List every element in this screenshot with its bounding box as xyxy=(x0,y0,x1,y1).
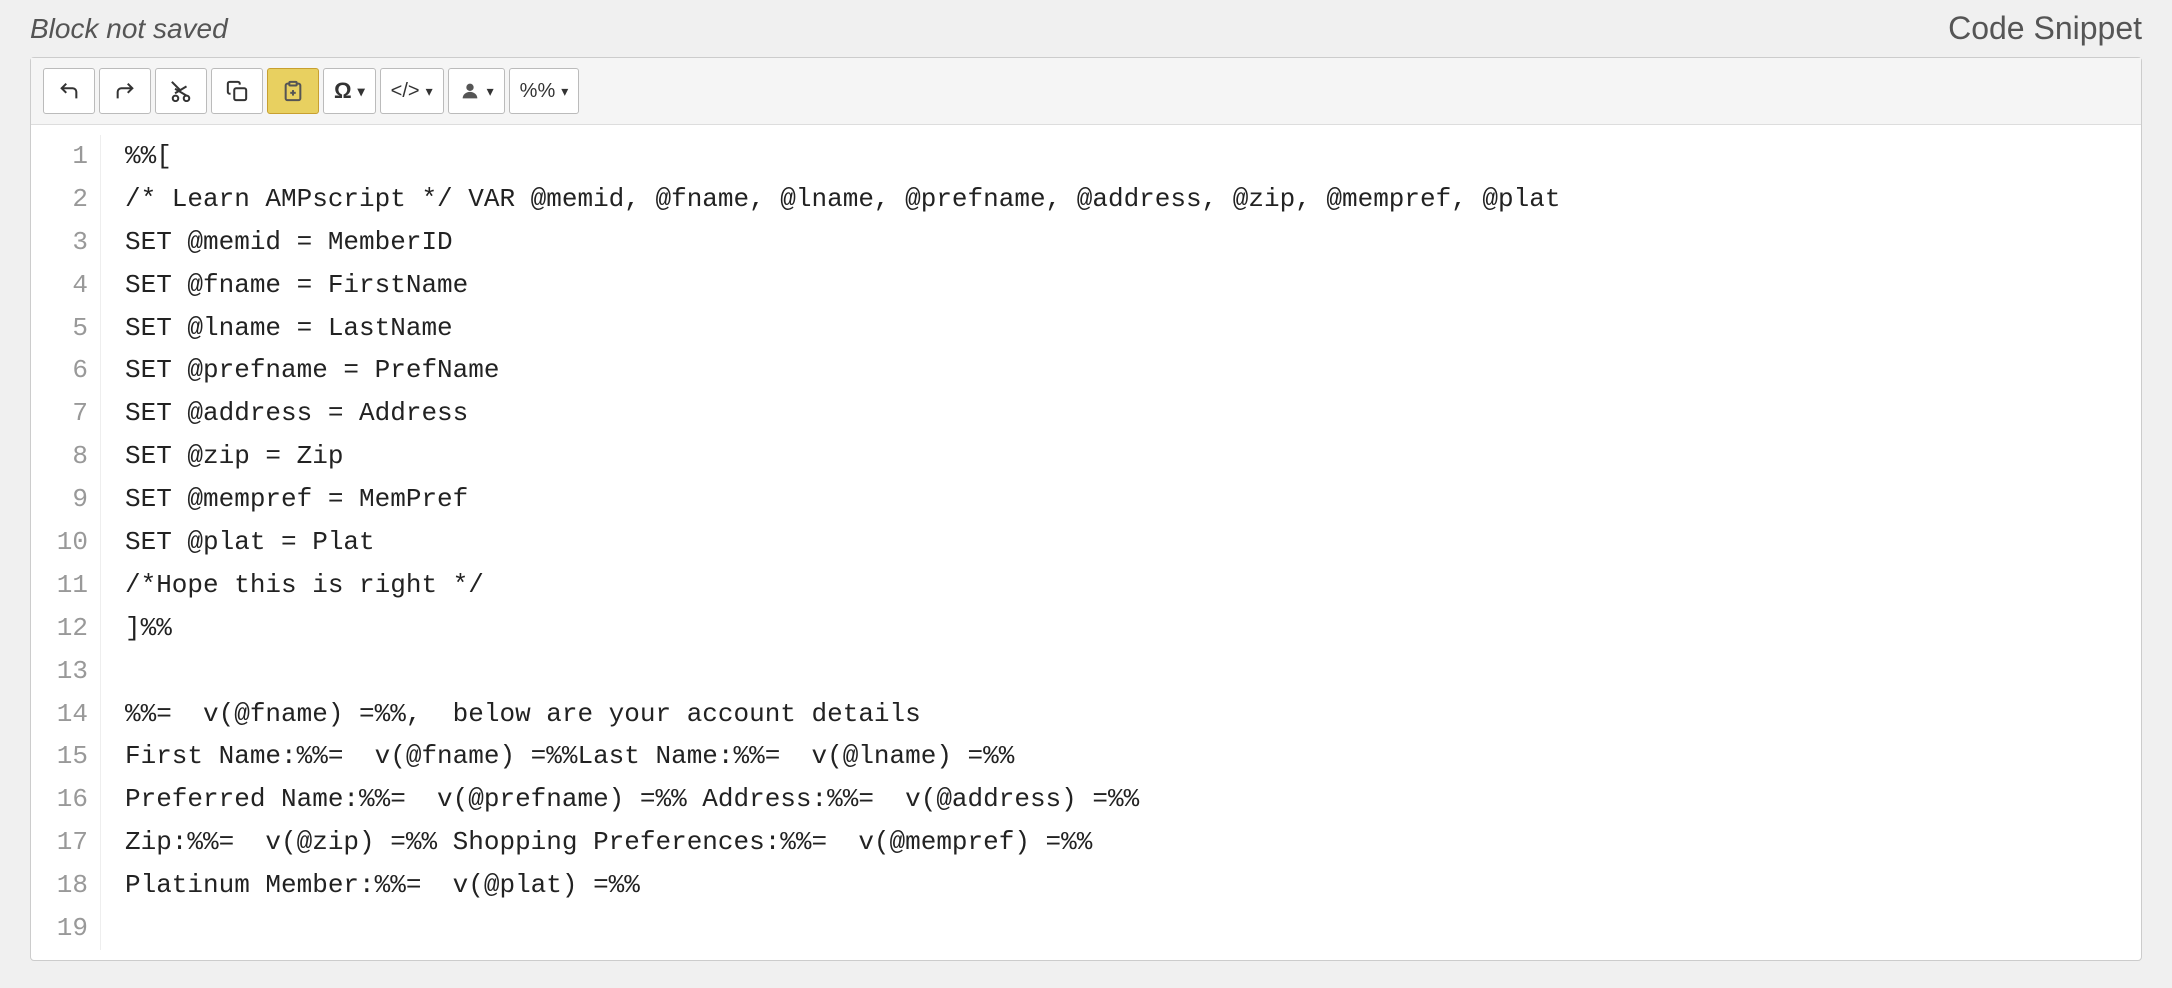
code-tag-button[interactable]: </>▾ xyxy=(380,68,444,114)
line-number: 14 xyxy=(43,693,88,736)
code-line: Preferred Name:%%= v(@prefname) =%% Addr… xyxy=(125,778,2117,821)
copy-icon xyxy=(226,80,248,102)
line-number: 4 xyxy=(43,264,88,307)
line-number: 13 xyxy=(43,650,88,693)
omega-button[interactable]: Ω▾ xyxy=(323,68,376,114)
code-line: ]%% xyxy=(125,607,2117,650)
code-line: /*Hope this is right */ xyxy=(125,564,2117,607)
percent-button[interactable]: %%▾ xyxy=(509,68,580,114)
code-line: SET @prefname = PrefName xyxy=(125,349,2117,392)
block-status: Block not saved xyxy=(30,13,228,45)
person-chevron: ▾ xyxy=(487,83,494,100)
code-line: SET @mempref = MemPref xyxy=(125,478,2117,521)
percent-chevron: ▾ xyxy=(561,83,568,100)
paste-special-icon xyxy=(282,80,304,102)
code-line: %%= v(@fname) =%%, below are your accoun… xyxy=(125,693,2117,736)
cut-button[interactable] xyxy=(155,68,207,114)
code-line: SET @lname = LastName xyxy=(125,307,2117,350)
person-icon xyxy=(459,80,481,102)
line-number: 3 xyxy=(43,221,88,264)
code-line: SET @address = Address xyxy=(125,392,2117,435)
copy-button[interactable] xyxy=(211,68,263,114)
line-number: 10 xyxy=(43,521,88,564)
code-line: First Name:%%= v(@fname) =%%Last Name:%%… xyxy=(125,735,2117,778)
line-number: 6 xyxy=(43,349,88,392)
line-number: 11 xyxy=(43,564,88,607)
code-line xyxy=(125,650,2117,693)
code-line: SET @fname = FirstName xyxy=(125,264,2117,307)
line-number: 17 xyxy=(43,821,88,864)
line-number: 1 xyxy=(43,135,88,178)
line-number: 8 xyxy=(43,435,88,478)
line-number: 2 xyxy=(43,178,88,221)
line-number: 16 xyxy=(43,778,88,821)
line-number: 15 xyxy=(43,735,88,778)
code-line: Zip:%%= v(@zip) =%% Shopping Preferences… xyxy=(125,821,2117,864)
code-line: %%[ xyxy=(125,135,2117,178)
code-line: SET @plat = Plat xyxy=(125,521,2117,564)
toolbar: Ω▾ </>▾ ▾ %%▾ xyxy=(31,58,2141,125)
line-number: 5 xyxy=(43,307,88,350)
main-container: Block not saved Code Snippet xyxy=(0,0,2172,988)
editor-wrapper: Ω▾ </>▾ ▾ %%▾ 12345678910111213141516171… xyxy=(30,57,2142,961)
code-line: /* Learn AMPscript */ VAR @memid, @fname… xyxy=(125,178,2117,221)
code-area: 12345678910111213141516171819 %%[/* Lear… xyxy=(31,125,2141,960)
redo-icon xyxy=(114,80,136,102)
line-number: 18 xyxy=(43,864,88,907)
line-number: 9 xyxy=(43,478,88,521)
paste-special-button[interactable] xyxy=(267,68,319,114)
undo-icon xyxy=(58,80,80,102)
undo-button[interactable] xyxy=(43,68,95,114)
code-line: SET @zip = Zip xyxy=(125,435,2117,478)
code-line: Platinum Member:%%= v(@plat) =%% xyxy=(125,864,2117,907)
cut-icon xyxy=(170,80,192,102)
line-numbers: 12345678910111213141516171819 xyxy=(31,135,101,950)
line-number: 19 xyxy=(43,907,88,950)
line-number: 12 xyxy=(43,607,88,650)
code-line: SET @memid = MemberID xyxy=(125,221,2117,264)
omega-chevron: ▾ xyxy=(358,83,365,100)
person-button[interactable]: ▾ xyxy=(448,68,505,114)
header-bar: Block not saved Code Snippet xyxy=(0,0,2172,57)
code-line xyxy=(125,907,2117,950)
redo-button[interactable] xyxy=(99,68,151,114)
snippet-label: Code Snippet xyxy=(1948,10,2142,47)
code-tag-chevron: ▾ xyxy=(426,83,433,100)
code-content[interactable]: %%[/* Learn AMPscript */ VAR @memid, @fn… xyxy=(101,135,2141,950)
line-number: 7 xyxy=(43,392,88,435)
